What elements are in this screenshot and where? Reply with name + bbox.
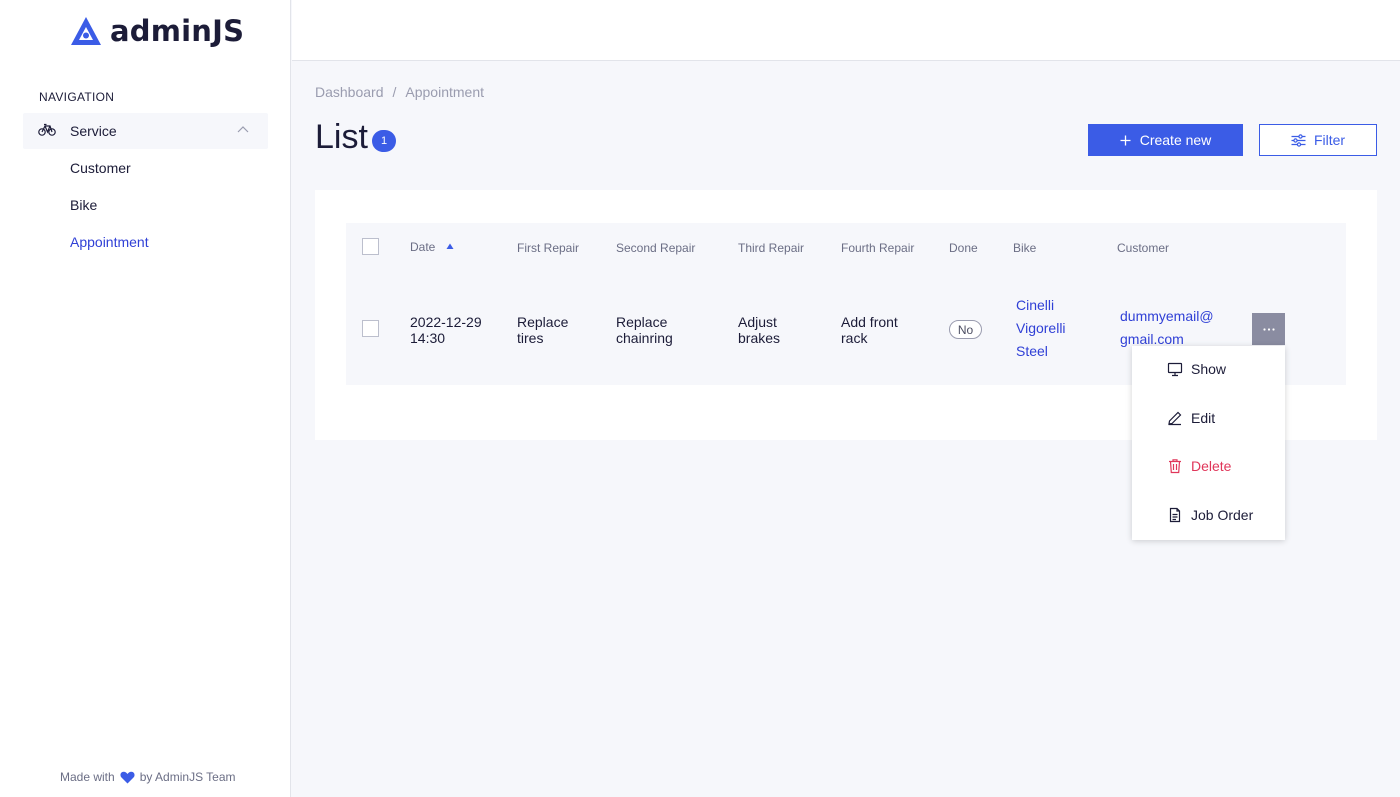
select-all-checkbox[interactable] xyxy=(362,238,379,255)
column-header-fourth-repair[interactable]: Fourth Repair xyxy=(841,241,914,255)
cell-fourth-repair: Add front rack xyxy=(841,314,898,346)
cell-second-repair-line2: chainring xyxy=(616,330,673,346)
logo[interactable]: adminJS xyxy=(70,14,244,48)
sidebar: adminJS NAVIGATION Service Customer Bike… xyxy=(0,0,291,797)
cell-first-repair-line1: Replace xyxy=(517,314,569,330)
cell-fourth-repair-line2: rack xyxy=(841,330,868,346)
menu-item-job-order-label: Job Order xyxy=(1191,507,1254,523)
cell-first-repair: Replace tires xyxy=(517,314,568,346)
sidebar-group-service[interactable]: Service xyxy=(23,113,268,149)
column-header-third-repair[interactable]: Third Repair xyxy=(738,241,804,255)
menu-item-edit-label: Edit xyxy=(1191,410,1216,426)
breadcrumb-separator: / xyxy=(392,84,397,100)
breadcrumb: Dashboard / Appointment xyxy=(315,84,484,100)
row-checkbox[interactable] xyxy=(362,320,379,337)
column-header-customer[interactable]: Customer xyxy=(1117,241,1169,255)
breadcrumb-dashboard[interactable]: Dashboard xyxy=(315,84,384,100)
pencil-icon xyxy=(1168,411,1182,426)
cell-first-repair-line2: tires xyxy=(517,330,544,346)
filter-label: Filter xyxy=(1313,132,1346,148)
nav-heading: NAVIGATION xyxy=(39,90,115,104)
footer-suffix: by AdminJS Team xyxy=(139,770,236,784)
bike-icon xyxy=(38,123,56,136)
column-header-date[interactable]: Date xyxy=(410,240,435,254)
breadcrumb-appointment[interactable]: Appointment xyxy=(405,84,484,100)
cell-bike-line2: Vigorelli xyxy=(1016,320,1066,336)
cell-third-repair: Adjust brakes xyxy=(738,314,780,346)
sidebar-item-bike[interactable]: Bike xyxy=(70,197,97,213)
cell-customer-line1: dummyemail@ xyxy=(1120,308,1214,324)
top-bar xyxy=(292,0,1400,61)
menu-item-delete-label: Delete xyxy=(1191,458,1232,474)
heart-icon xyxy=(120,771,135,783)
page-title: List xyxy=(315,118,368,156)
row-actions-button[interactable] xyxy=(1252,313,1285,345)
monitor-icon xyxy=(1167,362,1183,377)
sidebar-group-label: Service xyxy=(70,123,117,139)
column-header-second-repair[interactable]: Second Repair xyxy=(616,241,695,255)
menu-item-show-label: Show xyxy=(1191,361,1227,377)
create-new-button[interactable]: Create new xyxy=(1088,124,1243,156)
logo-text: adminJS xyxy=(110,14,245,48)
sidebar-item-appointment[interactable]: Appointment xyxy=(70,234,149,250)
cell-bike-line1: Cinelli xyxy=(1016,297,1055,313)
filter-button[interactable]: Filter xyxy=(1259,124,1377,156)
more-horizontal-icon xyxy=(1262,327,1275,331)
cell-date-day: 2022-12-29 xyxy=(410,314,482,330)
cell-second-repair-line1: Replace xyxy=(616,314,668,330)
column-header-done[interactable]: Done xyxy=(949,241,978,255)
cell-second-repair: Replace chainring xyxy=(616,314,673,346)
menu-item-edit[interactable]: Edit xyxy=(1132,395,1285,443)
cell-bike-line3: Steel xyxy=(1016,343,1048,359)
done-status-badge: No xyxy=(949,320,982,339)
plus-icon xyxy=(1120,135,1131,145)
menu-item-delete[interactable]: Delete xyxy=(1132,443,1285,491)
document-icon xyxy=(1169,507,1181,523)
cell-customer-link[interactable]: dummyemail@ gmail.com xyxy=(1120,305,1214,351)
cell-bike-link[interactable]: Cinelli Vigorelli Steel xyxy=(1016,294,1066,363)
cell-fourth-repair-line1: Add front xyxy=(841,314,898,330)
column-header-bike[interactable]: Bike xyxy=(1013,241,1036,255)
cell-date-time: 14:30 xyxy=(410,330,446,346)
cell-third-repair-line1: Adjust xyxy=(738,314,777,330)
row-actions-menu: Show Edit Delete Job Order xyxy=(1132,346,1285,540)
column-header-first-repair[interactable]: First Repair xyxy=(517,241,579,255)
menu-item-show[interactable]: Show xyxy=(1132,346,1285,394)
create-new-label: Create new xyxy=(1139,132,1212,148)
menu-item-job-order[interactable]: Job Order xyxy=(1132,492,1285,540)
sliders-icon xyxy=(1291,133,1306,147)
cell-date: 2022-12-29 14:30 xyxy=(410,314,482,346)
sidebar-item-customer[interactable]: Customer xyxy=(70,160,131,176)
chevron-up-icon[interactable] xyxy=(237,125,249,135)
trash-icon xyxy=(1169,459,1181,474)
adminjs-logo-icon xyxy=(71,17,101,45)
record-count-badge: 1 xyxy=(372,130,396,152)
cell-third-repair-line2: brakes xyxy=(738,330,781,346)
footer-credit: Made with by AdminJS Team xyxy=(60,770,236,784)
footer-prefix: Made with xyxy=(60,770,115,784)
sort-ascending-icon[interactable] xyxy=(446,243,454,250)
